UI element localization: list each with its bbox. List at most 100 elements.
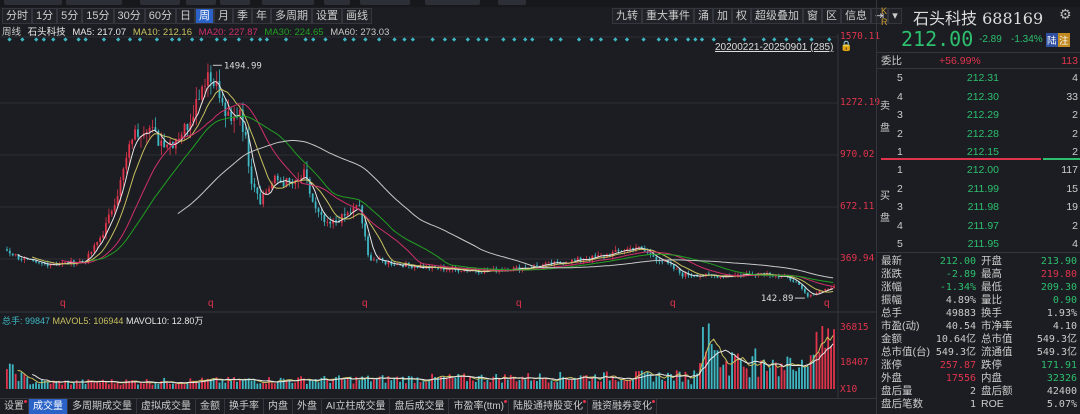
- price-axis-label: 1272.19: [840, 97, 881, 108]
- stat-label: 量比: [981, 294, 1002, 306]
- period-13[interactable]: 画线: [342, 8, 372, 24]
- event-marker-icon: [742, 37, 747, 42]
- tool-button[interactable]: 窗: [803, 8, 822, 24]
- volume-bar: [568, 380, 570, 389]
- bids-level-5[interactable]: 5 211.95 4: [877, 237, 1080, 251]
- asks-level-5[interactable]: 1 212.15 2: [877, 145, 1080, 159]
- event-marker-icon: [127, 37, 133, 42]
- candle-body: [614, 249, 617, 253]
- bids-level-1[interactable]: 1 212.00 117: [877, 163, 1080, 177]
- candle-body: [8, 250, 11, 254]
- volume-bar: [329, 382, 332, 389]
- event-marker-icon: [430, 37, 435, 42]
- asks-level-3[interactable]: 3 212.29 2: [877, 108, 1080, 122]
- volume-bar: [725, 360, 728, 389]
- volume-bar: [308, 379, 311, 389]
- stat-label: 市盈(动): [881, 320, 920, 332]
- tab-10[interactable]: 市盈率(ttm): [449, 399, 509, 414]
- tool-button[interactable]: 加: [713, 8, 732, 24]
- volume-bar: [291, 382, 294, 389]
- stat-label: 外盘: [881, 372, 902, 384]
- period-3[interactable]: 15分: [82, 8, 114, 24]
- tool-button[interactable]: 重大事件: [642, 8, 694, 24]
- candle-body: [221, 97, 224, 103]
- volume-bar: [524, 379, 527, 389]
- period-11[interactable]: 多周期: [271, 8, 312, 24]
- candle-body: [314, 201, 317, 209]
- candle-body: [326, 221, 329, 223]
- period-7[interactable]: 周: [195, 8, 214, 24]
- volume-bar: [789, 357, 792, 389]
- event-marker-icon: [249, 37, 254, 42]
- period-5[interactable]: 60分: [144, 8, 176, 24]
- stat-value: 49883: [945, 308, 976, 319]
- tool-button[interactable]: 涌: [694, 8, 713, 24]
- candle-body: [282, 182, 285, 187]
- volume-bar: [451, 377, 454, 389]
- tab-3[interactable]: 虚拟成交量: [137, 399, 196, 414]
- volume-bar: [137, 384, 139, 389]
- volume-bar: [536, 380, 538, 389]
- period-0[interactable]: 分时: [2, 8, 32, 24]
- tab-8[interactable]: AI立柱成交量: [322, 399, 391, 414]
- bids-level-2[interactable]: 2 211.99 15: [877, 182, 1080, 196]
- period-8[interactable]: 月: [214, 8, 233, 24]
- period-2[interactable]: 5分: [57, 8, 83, 24]
- event-marker-icon: [169, 37, 175, 42]
- volume-bar: [687, 379, 690, 389]
- tab-0[interactable]: 设置: [0, 399, 29, 414]
- tab-5[interactable]: 换手率: [225, 399, 264, 414]
- asks-level-1[interactable]: 5 212.31 4: [877, 71, 1080, 85]
- asks-level-2[interactable]: 4 212.30 33: [877, 90, 1080, 104]
- period-10[interactable]: 年: [252, 8, 271, 24]
- volume-bar: [381, 375, 384, 389]
- volume-bar: [739, 359, 742, 389]
- tab-11[interactable]: 陆股通持股变化: [509, 399, 588, 414]
- volume-bar: [332, 379, 334, 389]
- tool-button[interactable]: 信息: [841, 8, 871, 24]
- volume-bar: [169, 383, 171, 389]
- candle-body: [273, 175, 276, 184]
- tab-6[interactable]: 内盘: [264, 399, 293, 414]
- price-axis-label: 672.11: [840, 201, 875, 212]
- bids-level-3[interactable]: 3 211.98 19: [877, 200, 1080, 214]
- volume-bar: [736, 353, 739, 389]
- tool-button[interactable]: 超级叠加: [751, 8, 803, 24]
- candle-body: [253, 183, 256, 188]
- stat-label: 涨停: [881, 359, 902, 371]
- event-marker-icon: [154, 37, 159, 42]
- period-1[interactable]: 1分: [32, 8, 58, 24]
- lock-icon[interactable]: 🔒: [840, 41, 852, 52]
- tool-button[interactable]: 区: [822, 8, 841, 24]
- tool-button[interactable]: 权: [732, 8, 751, 24]
- period-4[interactable]: 30分: [113, 8, 145, 24]
- asks-level-4[interactable]: 2 212.28 2: [877, 127, 1080, 141]
- event-marker-icon: [7, 37, 12, 42]
- period-9[interactable]: 季: [233, 8, 252, 24]
- bids-level-4[interactable]: 4 211.97 2: [877, 219, 1080, 233]
- volume-bar: [675, 370, 678, 389]
- tab-2[interactable]: 多周期成交量: [68, 399, 137, 414]
- price-axis-label: 970.02: [840, 149, 875, 160]
- low-price-label: 142.89: [761, 294, 794, 304]
- period-6[interactable]: 日: [176, 8, 195, 24]
- settings-gear-icon[interactable]: ⚙: [1059, 6, 1072, 23]
- event-marker-icon: [476, 37, 481, 42]
- candle-body: [230, 111, 233, 121]
- volume-bar: [460, 375, 463, 389]
- tab-12[interactable]: 融资融券变化: [588, 399, 657, 414]
- tool-button[interactable]: 九转: [612, 8, 642, 24]
- tab-7[interactable]: 外盘: [293, 399, 322, 414]
- candle-body: [137, 129, 139, 137]
- event-marker-icon: [311, 37, 316, 42]
- date-range[interactable]: 20200221-20250901 (285): [715, 42, 833, 53]
- kline-chart[interactable]: 1494.99 142.89 q q q q q q: [0, 34, 876, 398]
- tab-1[interactable]: 成交量: [29, 399, 68, 414]
- period-12[interactable]: 设置: [312, 8, 342, 24]
- ma30-line: [90, 115, 834, 283]
- tab-4[interactable]: 金额: [196, 399, 225, 414]
- stat-value: 10.64亿: [935, 334, 976, 345]
- tab-9[interactable]: 盘后成交量: [390, 399, 450, 414]
- volume-bar: [163, 377, 166, 389]
- stat-value: 42400: [1046, 386, 1077, 397]
